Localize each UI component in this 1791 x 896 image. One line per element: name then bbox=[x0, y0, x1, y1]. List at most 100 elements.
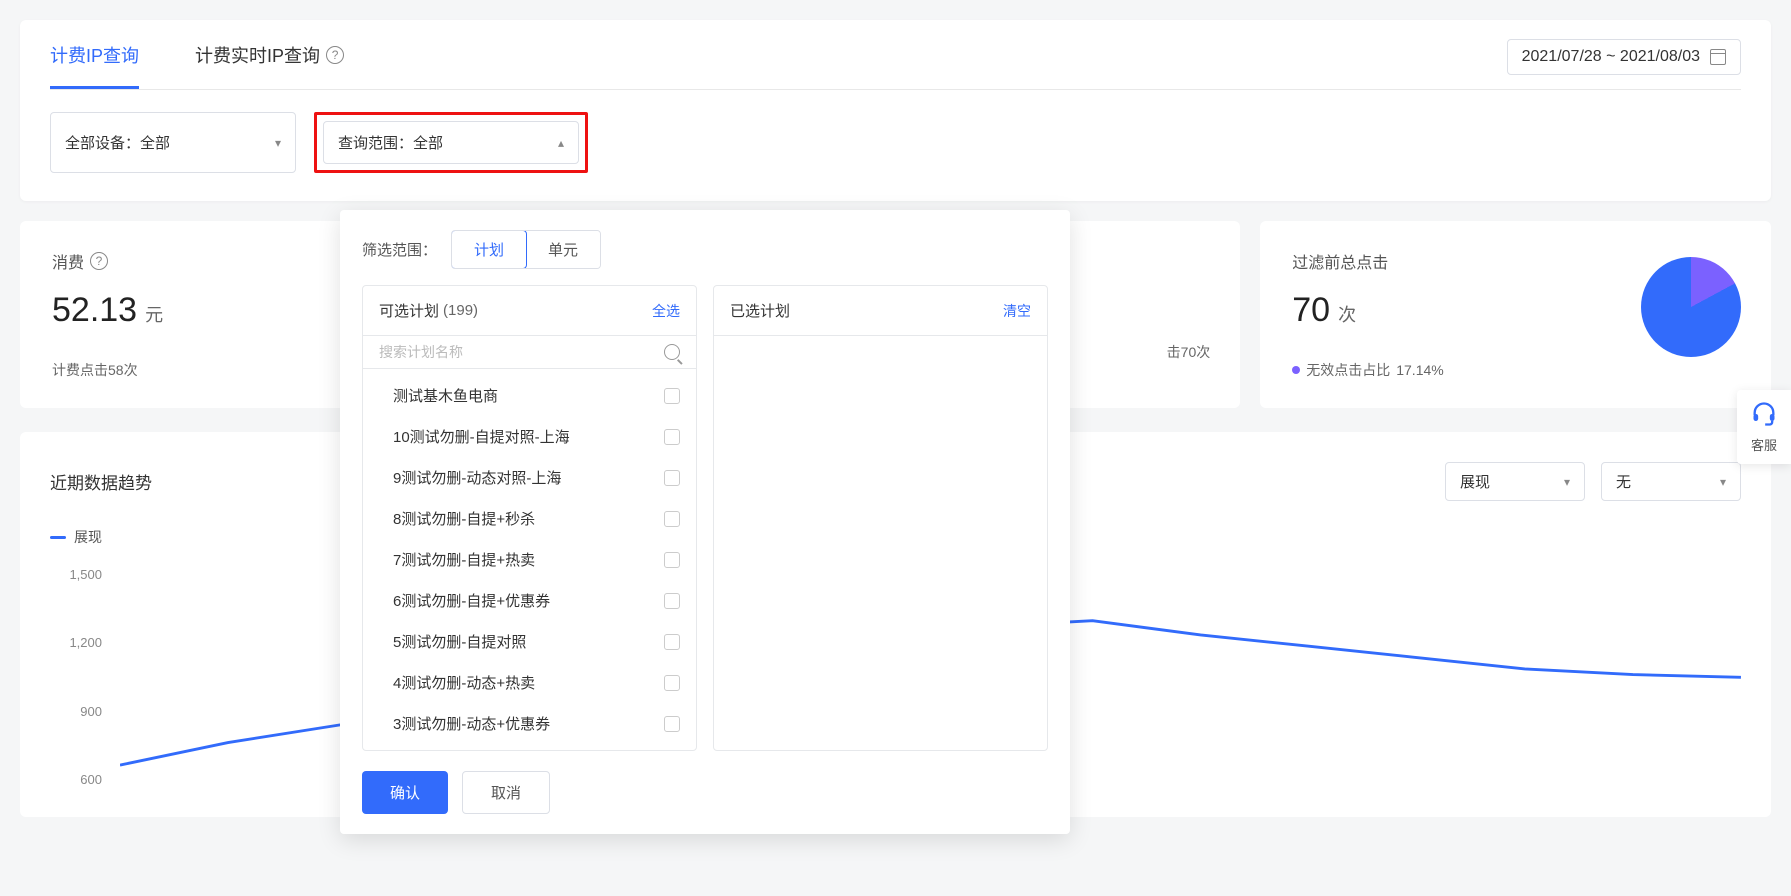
chevron-up-icon: ▴ bbox=[558, 136, 564, 150]
stat-prefilter-sub: 无效点击占比 17.14% bbox=[1292, 360, 1739, 380]
date-range-value: 2021/07/28 ~ 2021/08/03 bbox=[1522, 48, 1700, 66]
selected-pane: 已选计划 清空 bbox=[713, 285, 1048, 751]
y-tick: 900 bbox=[50, 704, 102, 719]
plan-list[interactable]: 测试基木鱼电商 10测试勿删-自提对照-上海 9测试勿删-动态对照-上海 8测试勿删-… bbox=[363, 369, 696, 750]
selected-list bbox=[714, 336, 1047, 750]
chevron-down-icon: ▾ bbox=[275, 136, 281, 150]
customer-service-float[interactable]: 客服 bbox=[1737, 390, 1791, 464]
scope-select-highlight: 查询范围： 全部 ▴ bbox=[314, 112, 588, 173]
plan-item[interactable]: 6测试勿删-自提+优惠券 bbox=[363, 580, 696, 621]
dropdown-actions: 确认 取消 bbox=[362, 771, 1048, 814]
plan-item[interactable]: 8测试勿删-自提+秒杀 bbox=[363, 498, 696, 539]
segment-plan-button[interactable]: 计划 bbox=[451, 230, 527, 269]
scope-segment-row: 筛选范围： 计划 单元 bbox=[362, 230, 1048, 269]
stat-card-prefilter-clicks: 过滤前总点击 70 次 无效点击占比 17.14% bbox=[1260, 221, 1771, 408]
legend-line-icon bbox=[50, 536, 66, 539]
plan-item-label: 测试基木鱼电商 bbox=[393, 385, 498, 406]
calendar-icon bbox=[1710, 49, 1726, 65]
plan-item-label: 9测试勿删-动态对照-上海 bbox=[393, 467, 561, 488]
dropdown-panes: 可选计划 (199) 全选 测试基木鱼电商 10测试勿删-自提对照-上海 9测试勿删… bbox=[362, 285, 1048, 751]
checkbox[interactable] bbox=[664, 716, 680, 732]
plan-item-label: 7测试勿删-自提+热卖 bbox=[393, 549, 535, 570]
search-icon bbox=[664, 344, 680, 360]
confirm-button[interactable]: 确认 bbox=[362, 771, 448, 814]
plan-item[interactable]: 测试基木鱼电商 bbox=[363, 375, 696, 416]
plan-item[interactable]: 5测试勿删-自提对照 bbox=[363, 621, 696, 662]
checkbox[interactable] bbox=[664, 552, 680, 568]
invalid-ratio-label: 无效点击占比 bbox=[1306, 360, 1390, 380]
trend-title: 近期数据趋势 bbox=[50, 469, 152, 494]
tab-realtime-ip-label: 计费实时IP查询 bbox=[195, 42, 320, 68]
filters-row: 全部设备： 全部 ▾ 查询范围： 全部 ▴ bbox=[50, 90, 1741, 173]
date-range-picker[interactable]: 2021/07/28 ~ 2021/08/03 bbox=[1507, 39, 1741, 75]
device-select[interactable]: 全部设备： 全部 ▾ bbox=[50, 112, 296, 173]
checkbox[interactable] bbox=[664, 470, 680, 486]
tab-billing-ip-label: 计费IP查询 bbox=[50, 42, 139, 68]
plan-item-label: 10测试勿删-自提对照-上海 bbox=[393, 426, 570, 447]
cancel-button[interactable]: 取消 bbox=[462, 771, 550, 814]
available-label: 可选计划 bbox=[379, 300, 439, 321]
select-all-button[interactable]: 全选 bbox=[652, 301, 680, 321]
dot-icon bbox=[1292, 366, 1300, 374]
plan-search-input[interactable] bbox=[379, 344, 664, 360]
stat-spend-title-text: 消费 bbox=[52, 249, 84, 273]
y-tick: 600 bbox=[50, 772, 102, 787]
trend-compare-select[interactable]: 无 ▾ bbox=[1601, 462, 1741, 501]
scope-dropdown-panel: 筛选范围： 计划 单元 可选计划 (199) 全选 测试基木鱼电商 10测试勿删-… bbox=[340, 210, 1070, 834]
stat-prefilter-unit: 次 bbox=[1338, 301, 1356, 327]
tabs-row: 计费IP查询 计费实时IP查询 ? 2021/07/28 ~ 2021/08/0… bbox=[50, 20, 1741, 90]
trend-selects: 展现 ▾ 无 ▾ bbox=[1445, 462, 1741, 501]
header-card: 计费IP查询 计费实时IP查询 ? 2021/07/28 ~ 2021/08/0… bbox=[20, 20, 1771, 201]
checkbox[interactable] bbox=[664, 388, 680, 404]
plan-item[interactable]: 9测试勿删-动态对照-上海 bbox=[363, 457, 696, 498]
tab-billing-ip[interactable]: 计费IP查询 bbox=[50, 20, 139, 89]
plan-search-row bbox=[363, 336, 696, 369]
legend-label: 展现 bbox=[74, 527, 102, 547]
checkbox[interactable] bbox=[664, 429, 680, 445]
help-icon[interactable]: ? bbox=[90, 252, 108, 270]
plan-item-label: 5测试勿删-自提对照 bbox=[393, 631, 526, 652]
tab-realtime-ip[interactable]: 计费实时IP查询 ? bbox=[195, 20, 344, 89]
invalid-ratio-value: 17.14% bbox=[1396, 362, 1443, 378]
checkbox[interactable] bbox=[664, 593, 680, 609]
y-axis: 1,500 1,200 900 600 bbox=[50, 567, 110, 787]
plan-item-label: 8测试勿删-自提+秒杀 bbox=[393, 508, 535, 529]
scope-select-value: 全部 bbox=[413, 132, 443, 153]
trend-metric-select[interactable]: 展现 ▾ bbox=[1445, 462, 1585, 501]
plan-item[interactable]: 4测试勿删-动态+热卖 bbox=[363, 662, 696, 703]
clear-button[interactable]: 清空 bbox=[1003, 301, 1031, 321]
checkbox[interactable] bbox=[664, 634, 680, 650]
device-select-label: 全部设备： bbox=[65, 132, 140, 153]
available-count: (199) bbox=[443, 302, 478, 319]
checkbox[interactable] bbox=[664, 511, 680, 527]
plan-item-label: 6测试勿删-自提+优惠券 bbox=[393, 590, 550, 611]
checkbox[interactable] bbox=[664, 675, 680, 691]
stat-middle-partial-text: 击70次 bbox=[1167, 342, 1211, 362]
scope-select[interactable]: 查询范围： 全部 ▴ bbox=[323, 121, 579, 164]
plan-item[interactable]: 7测试勿删-自提+热卖 bbox=[363, 539, 696, 580]
stat-spend-value: 52.13 bbox=[52, 291, 137, 330]
available-pane-header: 可选计划 (199) 全选 bbox=[363, 286, 696, 336]
trend-compare-value: 无 bbox=[1616, 471, 1631, 492]
trend-metric-value: 展现 bbox=[1460, 471, 1490, 492]
headset-icon bbox=[1750, 400, 1778, 428]
plan-item[interactable]: 10测试勿删-自提对照-上海 bbox=[363, 416, 696, 457]
selected-label: 已选计划 bbox=[730, 300, 790, 321]
y-tick: 1,500 bbox=[50, 567, 102, 582]
customer-service-label: 客服 bbox=[1741, 435, 1787, 454]
pie-chart bbox=[1641, 257, 1741, 357]
chevron-down-icon: ▾ bbox=[1720, 475, 1726, 489]
scope-segment-label: 筛选范围： bbox=[362, 239, 437, 260]
selected-pane-header: 已选计划 清空 bbox=[714, 286, 1047, 336]
scope-segment-group: 计划 单元 bbox=[451, 230, 601, 269]
plan-item[interactable]: 3测试勿删-动态+优惠券 bbox=[363, 703, 696, 744]
segment-unit-button[interactable]: 单元 bbox=[526, 231, 600, 268]
y-tick: 1,200 bbox=[50, 635, 102, 650]
stat-spend-unit: 元 bbox=[145, 301, 163, 327]
available-pane: 可选计划 (199) 全选 测试基木鱼电商 10测试勿删-自提对照-上海 9测试勿删… bbox=[362, 285, 697, 751]
stat-prefilter-value: 70 bbox=[1292, 291, 1330, 330]
device-select-value: 全部 bbox=[140, 132, 170, 153]
chevron-down-icon: ▾ bbox=[1564, 475, 1570, 489]
plan-item-label: 4测试勿删-动态+热卖 bbox=[393, 672, 535, 693]
help-icon[interactable]: ? bbox=[326, 46, 344, 64]
